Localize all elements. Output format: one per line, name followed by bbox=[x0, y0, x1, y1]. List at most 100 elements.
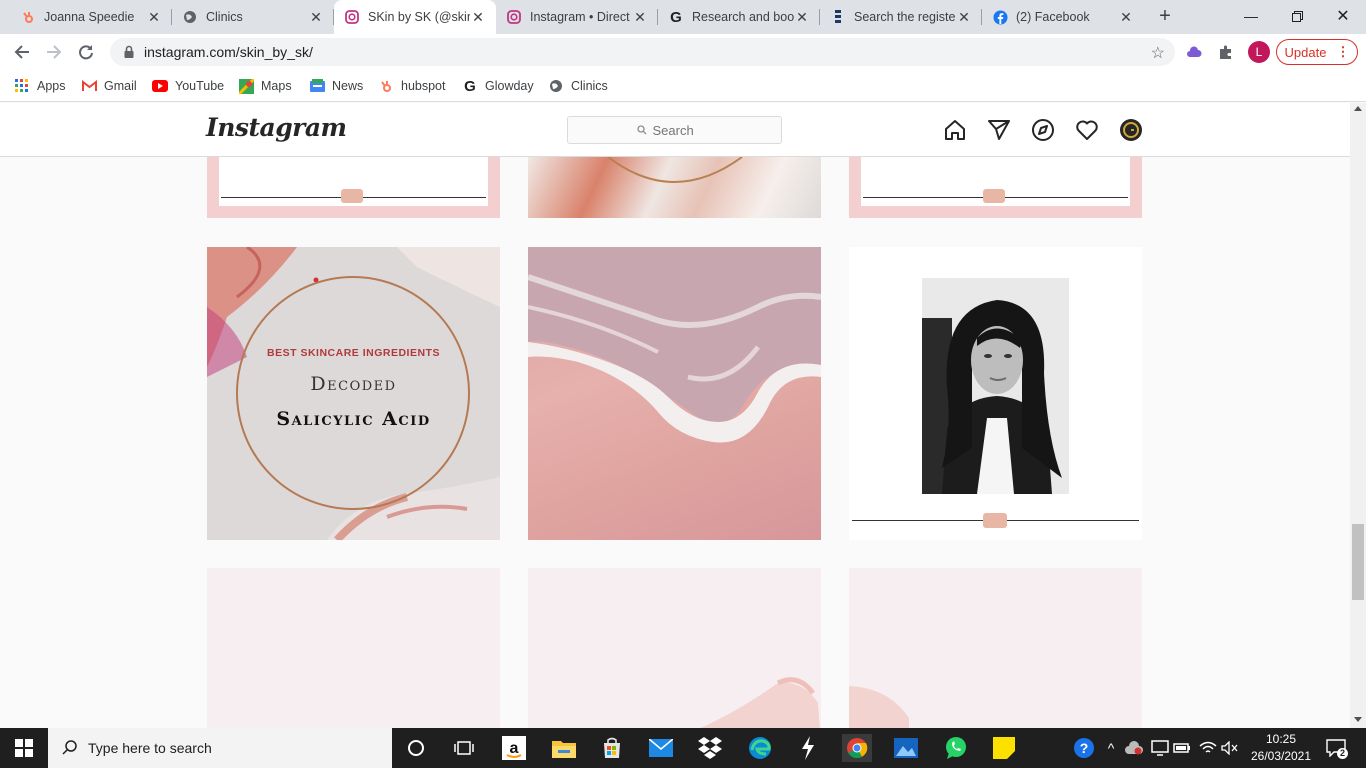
profile-avatar[interactable] bbox=[1119, 118, 1143, 142]
post-tile[interactable] bbox=[207, 568, 500, 728]
close-window-icon[interactable]: ✕ bbox=[1320, 0, 1366, 32]
bookmark-gmail[interactable]: Gmail bbox=[81, 76, 137, 96]
close-tab-icon[interactable]: ✕ bbox=[1118, 9, 1134, 25]
profile-avatar[interactable]: L bbox=[1248, 41, 1270, 63]
tab-skin-by-sk[interactable]: SKin by SK (@skin_ ✕ bbox=[334, 0, 496, 34]
system-clock[interactable]: 10:25 26/03/2021 bbox=[1246, 731, 1316, 765]
new-tab-icon[interactable]: + bbox=[1155, 6, 1175, 26]
lips-logo-icon bbox=[983, 513, 1007, 528]
post-line1-text: Decoded bbox=[310, 373, 397, 395]
instagram-icon bbox=[506, 9, 522, 25]
search-icon bbox=[62, 739, 78, 758]
instagram-search-input[interactable] bbox=[567, 116, 782, 144]
explore-icon[interactable] bbox=[1031, 118, 1055, 142]
youtube-icon bbox=[152, 78, 168, 94]
address-bar[interactable]: instagram.com/skin_by_sk/ ☆ bbox=[110, 38, 1175, 66]
minimize-icon[interactable]: — bbox=[1228, 0, 1274, 32]
more-vert-icon: ⋮ bbox=[1336, 44, 1350, 59]
back-icon[interactable] bbox=[10, 40, 34, 64]
tab-research[interactable]: G Research and boo ✕ bbox=[658, 0, 820, 34]
scroll-up-arrow-icon[interactable] bbox=[1354, 106, 1362, 111]
restore-icon[interactable] bbox=[1274, 0, 1320, 32]
tab-instagram-direct[interactable]: Instagram • Direct ✕ bbox=[496, 0, 658, 34]
update-button[interactable]: Update ⋮ bbox=[1276, 39, 1358, 65]
task-view-icon[interactable] bbox=[450, 734, 478, 762]
bookmark-star-icon[interactable]: ☆ bbox=[1151, 43, 1165, 63]
reload-icon[interactable] bbox=[74, 40, 98, 64]
windows-start-icon[interactable] bbox=[10, 734, 38, 762]
photos-icon[interactable] bbox=[892, 734, 920, 762]
gmail-icon bbox=[81, 78, 97, 94]
globe-icon bbox=[548, 78, 564, 94]
file-explorer-icon[interactable] bbox=[550, 734, 578, 762]
scrollbar-thumb[interactable] bbox=[1352, 524, 1364, 600]
gold-circle-frame bbox=[607, 157, 743, 183]
address-url: instagram.com/skin_by_sk/ bbox=[144, 44, 313, 60]
facebook-icon bbox=[992, 9, 1008, 25]
windows-taskbar: Type here to search a ? ^ 10:25 26/03/20… bbox=[0, 728, 1366, 768]
svg-text:?: ? bbox=[1080, 740, 1089, 756]
bookmark-maps[interactable]: Maps bbox=[238, 76, 292, 96]
bookmark-hubspot[interactable]: hubspot bbox=[378, 76, 445, 96]
post-tile[interactable] bbox=[207, 157, 500, 218]
bookmark-youtube[interactable]: YouTube bbox=[152, 76, 224, 96]
help-icon[interactable]: ? bbox=[1070, 734, 1098, 762]
tab-facebook[interactable]: (2) Facebook ✕ bbox=[982, 0, 1144, 34]
instagram-icon bbox=[344, 9, 360, 25]
forward-icon[interactable] bbox=[42, 40, 66, 64]
app-lightning-icon[interactable] bbox=[794, 734, 822, 762]
register-icon bbox=[830, 9, 846, 25]
home-icon[interactable] bbox=[943, 118, 967, 142]
page-scrollbar[interactable] bbox=[1350, 103, 1366, 728]
close-tab-icon[interactable]: ✕ bbox=[146, 9, 162, 25]
extension-cloud-icon[interactable] bbox=[1182, 40, 1206, 64]
close-tab-icon[interactable]: ✕ bbox=[308, 9, 324, 25]
post-salicylic-acid[interactable]: BEST SKINCARE INGREDIENTS Decoded Salicy… bbox=[207, 247, 500, 540]
activity-heart-icon[interactable] bbox=[1075, 118, 1099, 142]
search-field[interactable] bbox=[652, 122, 713, 138]
post-tile[interactable] bbox=[528, 568, 821, 728]
bookmarks-bar: Apps Gmail YouTube Maps News hubspot G G… bbox=[0, 70, 1366, 102]
post-tile[interactable] bbox=[849, 157, 1142, 218]
volume-muted-icon[interactable] bbox=[1216, 734, 1244, 762]
bookmark-news[interactable]: News bbox=[309, 76, 363, 96]
post-portrait[interactable] bbox=[849, 247, 1142, 540]
sticky-notes-icon[interactable] bbox=[990, 734, 1018, 762]
browser-tab-strip: Joanna Speedie ✕ Clinics ✕ SKin by SK (@… bbox=[0, 0, 1366, 34]
post-tile[interactable] bbox=[849, 568, 1142, 728]
bookmark-clinics[interactable]: Clinics bbox=[548, 76, 608, 96]
close-tab-icon[interactable]: ✕ bbox=[632, 9, 648, 25]
hubspot-icon bbox=[378, 78, 394, 94]
cortana-icon[interactable] bbox=[402, 734, 430, 762]
tab-search-register[interactable]: Search the registe ✕ bbox=[820, 0, 982, 34]
instagram-logo[interactable]: Instagram bbox=[206, 113, 347, 142]
direct-icon[interactable] bbox=[987, 118, 1011, 142]
close-tab-icon[interactable]: ✕ bbox=[956, 9, 972, 25]
mail-icon[interactable] bbox=[647, 734, 675, 762]
close-tab-icon[interactable]: ✕ bbox=[470, 9, 486, 25]
chrome-icon[interactable] bbox=[842, 734, 872, 762]
bookmark-glowday[interactable]: G Glowday bbox=[462, 76, 533, 96]
extensions-puzzle-icon[interactable] bbox=[1214, 40, 1238, 64]
scroll-down-arrow-icon[interactable] bbox=[1354, 717, 1362, 722]
amazon-icon[interactable]: a bbox=[500, 734, 528, 762]
taskbar-search-box[interactable]: Type here to search bbox=[48, 728, 392, 768]
microsoft-store-icon[interactable] bbox=[598, 734, 626, 762]
whatsapp-icon[interactable] bbox=[942, 734, 970, 762]
post-beach-waves[interactable] bbox=[528, 247, 821, 540]
bookmark-apps[interactable]: Apps bbox=[14, 76, 66, 96]
portrait-photo bbox=[922, 278, 1069, 494]
dropbox-icon[interactable] bbox=[696, 734, 724, 762]
hubspot-icon bbox=[20, 9, 36, 25]
close-tab-icon[interactable]: ✕ bbox=[794, 9, 810, 25]
pink-swirl-image bbox=[700, 677, 820, 728]
cloud-sync-icon[interactable] bbox=[1120, 734, 1148, 762]
tab-clinics[interactable]: Clinics ✕ bbox=[172, 0, 334, 34]
battery-icon[interactable] bbox=[1168, 734, 1196, 762]
notifications-icon[interactable]: 2 bbox=[1322, 734, 1350, 762]
tab-joanna-speedie[interactable]: Joanna Speedie ✕ bbox=[10, 0, 172, 34]
edge-icon[interactable] bbox=[746, 734, 774, 762]
maps-icon bbox=[238, 78, 254, 94]
browser-toolbar: instagram.com/skin_by_sk/ ☆ bbox=[0, 34, 1366, 70]
post-tile[interactable] bbox=[528, 157, 821, 218]
